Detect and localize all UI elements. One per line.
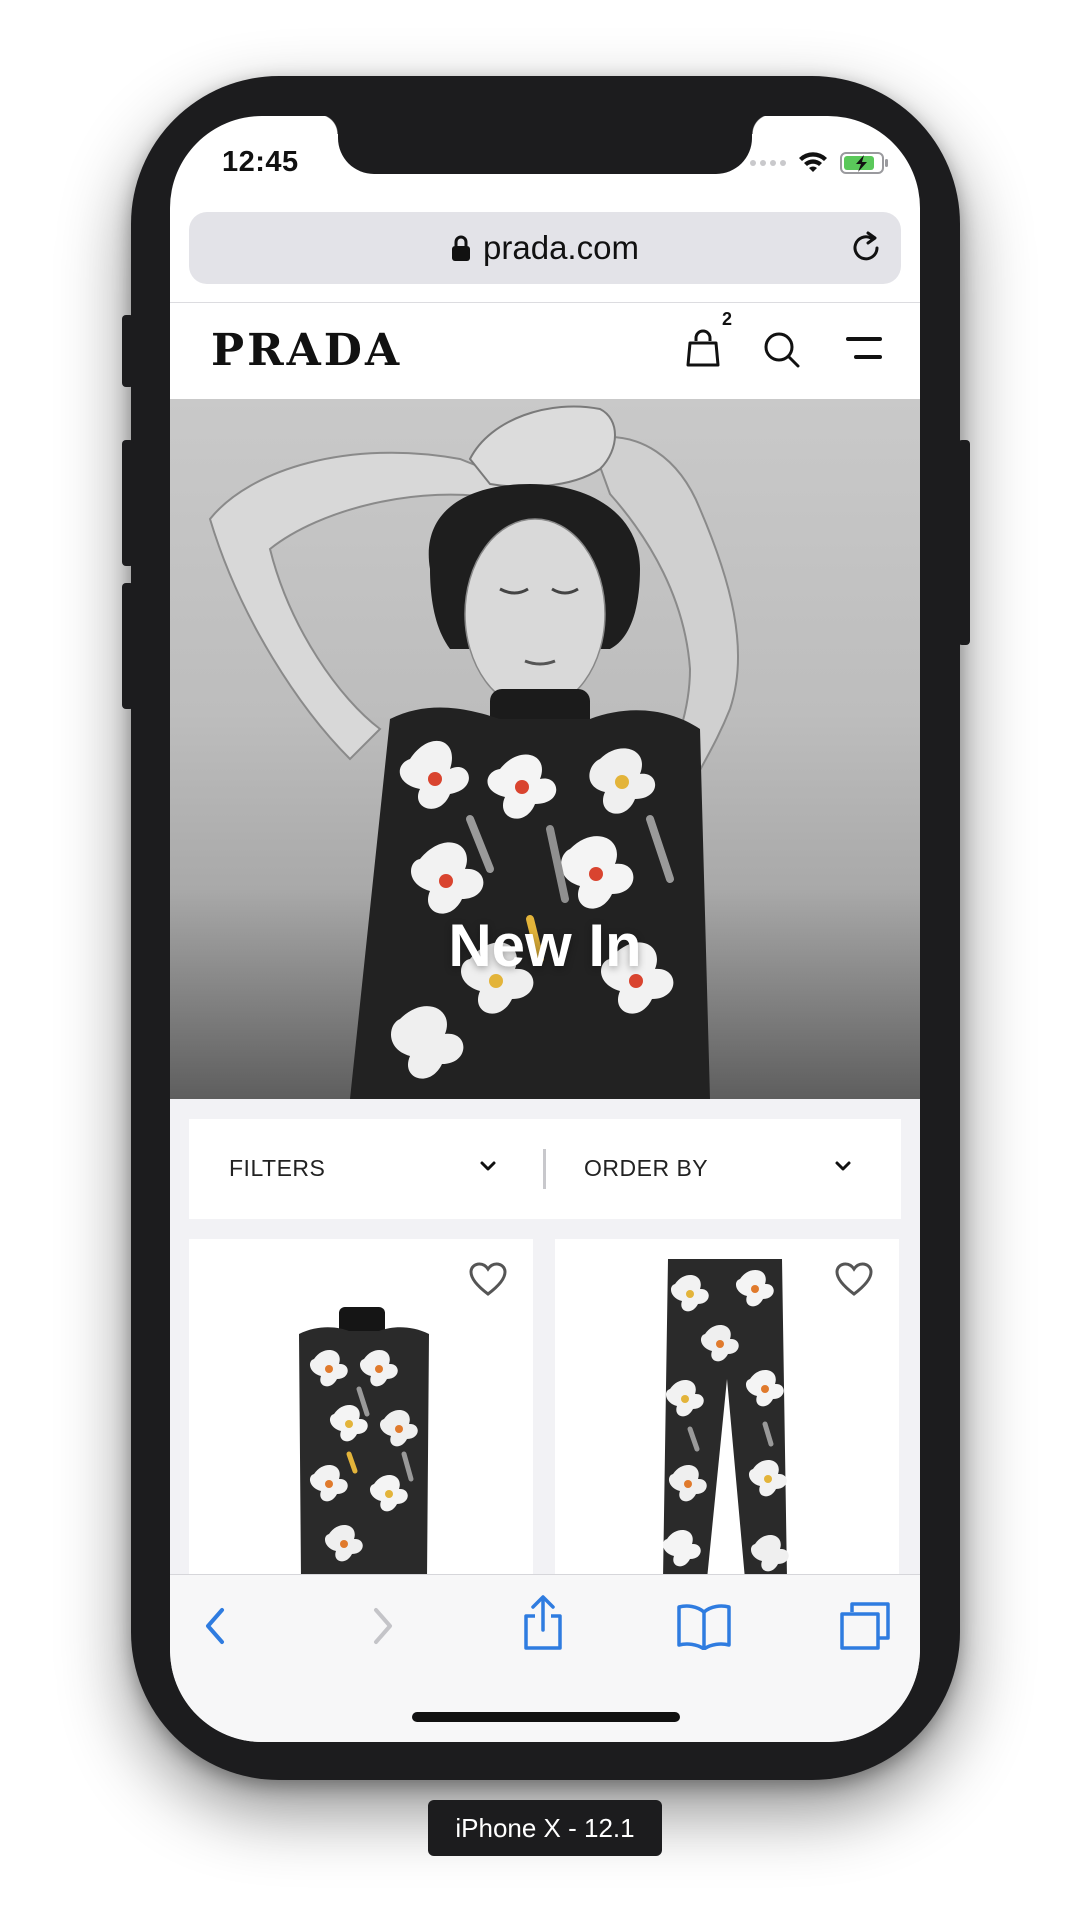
back-icon[interactable] bbox=[200, 1604, 230, 1648]
address-bar[interactable]: prada.com bbox=[189, 212, 901, 284]
volume-up-button bbox=[122, 440, 134, 566]
wifi-icon bbox=[799, 152, 827, 172]
search-icon[interactable] bbox=[762, 329, 802, 369]
share-icon[interactable] bbox=[520, 1594, 566, 1652]
status-time: 12:45 bbox=[222, 146, 299, 178]
notch bbox=[318, 116, 772, 174]
prada-logo[interactable]: PRADA bbox=[211, 325, 402, 376]
product-card[interactable] bbox=[189, 1239, 533, 1579]
filter-bar: FILTERS ORDER BY bbox=[189, 1119, 901, 1219]
phone-screen: 12:45 prada.com PRADA 2 New In FILTERS O… bbox=[170, 116, 920, 1742]
home-indicator[interactable] bbox=[412, 1712, 680, 1722]
tabs-icon[interactable] bbox=[838, 1600, 892, 1652]
filter-divider bbox=[543, 1149, 546, 1189]
hero-model-image bbox=[208, 405, 740, 1099]
reload-icon[interactable] bbox=[849, 230, 885, 266]
bookmarks-icon[interactable] bbox=[675, 1602, 733, 1650]
trousers-image bbox=[662, 1259, 789, 1579]
bag-count-badge: 2 bbox=[722, 309, 733, 329]
order-by-dropdown[interactable]: ORDER BY bbox=[584, 1155, 708, 1182]
silent-switch bbox=[122, 315, 134, 387]
simulator-device-label: iPhone X - 12.1 bbox=[428, 1800, 662, 1856]
chevron-down-icon[interactable] bbox=[479, 1159, 497, 1173]
cellular-signal-icon bbox=[750, 160, 786, 166]
chevron-down-icon[interactable] bbox=[834, 1159, 852, 1173]
battery-charging-icon bbox=[840, 152, 888, 174]
hero-banner[interactable]: New In bbox=[170, 399, 920, 1099]
forward-icon[interactable] bbox=[368, 1604, 398, 1648]
url-text: prada.com bbox=[483, 229, 639, 266]
filters-dropdown[interactable]: FILTERS bbox=[229, 1155, 325, 1182]
lock-icon bbox=[452, 235, 471, 261]
site-header: PRADA 2 bbox=[170, 302, 920, 400]
hero-title: New In bbox=[448, 912, 642, 979]
status-icons bbox=[750, 150, 890, 176]
power-button bbox=[958, 440, 970, 645]
menu-icon[interactable] bbox=[840, 331, 884, 367]
volume-down-button bbox=[122, 583, 134, 709]
shopping-bag-icon[interactable] bbox=[686, 329, 720, 369]
sleeveless-top-image bbox=[299, 1307, 429, 1579]
product-card[interactable] bbox=[555, 1239, 899, 1579]
product-listing: FILTERS ORDER BY bbox=[170, 1099, 920, 1579]
